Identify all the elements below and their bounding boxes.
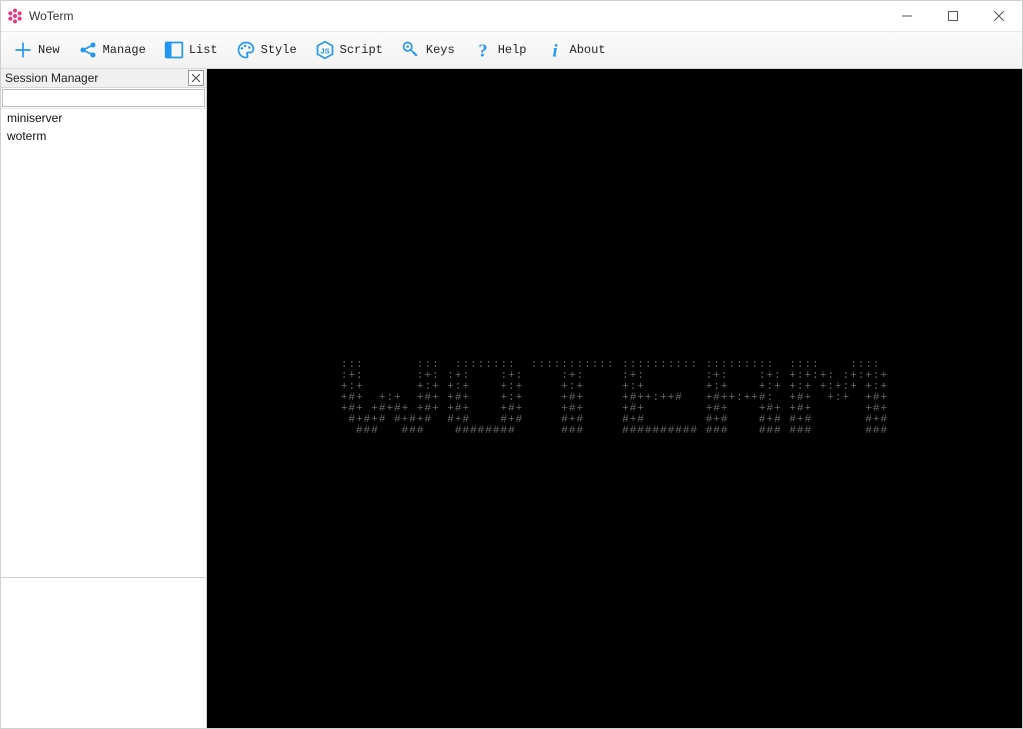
toolbar-label: Help <box>498 43 527 57</box>
toolbar-about-button[interactable]: i About <box>537 36 614 64</box>
key-icon <box>401 40 421 60</box>
toolbar-manage-button[interactable]: Manage <box>70 36 154 64</box>
toolbar-label: List <box>189 43 218 57</box>
js-icon: JS <box>315 40 335 60</box>
toolbar-help-button[interactable]: ? Help <box>465 36 535 64</box>
svg-text:i: i <box>552 41 558 60</box>
app-title: WoTerm <box>29 9 73 23</box>
window-minimize-button[interactable] <box>884 1 930 31</box>
terminal-area[interactable]: ::: ::: :::::::: ::::::::::: :::::::::: … <box>207 69 1022 728</box>
toolbar-label: Manage <box>103 43 146 57</box>
toolbar-keys-button[interactable]: Keys <box>393 36 463 64</box>
toolbar: New Manage List Style JS Script <box>1 32 1022 69</box>
panel-close-button[interactable] <box>188 70 204 86</box>
panel-header: Session Manager <box>1 69 206 88</box>
titlebar: WoTerm <box>1 1 1022 32</box>
toolbar-style-button[interactable]: Style <box>228 36 305 64</box>
palette-icon <box>236 40 256 60</box>
toolbar-label: Style <box>261 43 297 57</box>
session-detail-panel <box>1 578 206 728</box>
toolbar-list-button[interactable]: List <box>156 36 226 64</box>
svg-text:?: ? <box>478 41 487 60</box>
session-search-input[interactable] <box>2 89 205 107</box>
share-icon <box>78 40 98 60</box>
session-list: miniserver woterm <box>1 109 206 578</box>
session-search-row <box>1 88 206 109</box>
session-manager-panel: Session Manager miniserver woterm <box>1 69 207 728</box>
app-icon <box>7 8 23 24</box>
ascii-logo: ::: ::: :::::::: ::::::::::: :::::::::: … <box>341 360 888 437</box>
plus-icon <box>13 40 33 60</box>
toolbar-new-button[interactable]: New <box>5 36 68 64</box>
toolbar-label: About <box>570 43 606 57</box>
toolbar-script-button[interactable]: JS Script <box>307 36 391 64</box>
toolbar-label: Script <box>340 43 383 57</box>
toolbar-label: New <box>38 43 60 57</box>
list-panel-icon <box>164 40 184 60</box>
question-icon: ? <box>473 40 493 60</box>
panel-title: Session Manager <box>5 71 188 85</box>
window-close-button[interactable] <box>976 1 1022 31</box>
window-maximize-button[interactable] <box>930 1 976 31</box>
app-window: WoTerm New Manage L <box>0 0 1023 729</box>
toolbar-label: Keys <box>426 43 455 57</box>
info-icon: i <box>545 40 565 60</box>
session-item[interactable]: miniserver <box>1 109 206 127</box>
body: Session Manager miniserver woterm ::: ::… <box>1 69 1022 728</box>
svg-text:JS: JS <box>320 46 329 55</box>
session-item[interactable]: woterm <box>1 127 206 145</box>
